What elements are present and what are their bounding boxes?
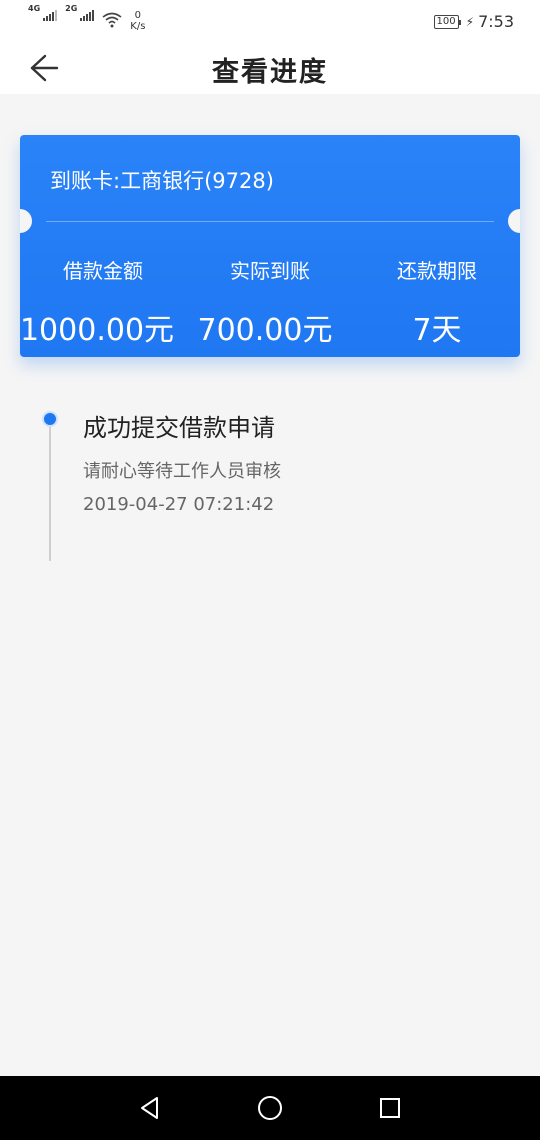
repayment-term-label: 还款期限 (397, 259, 477, 283)
system-home-button[interactable] (254, 1092, 286, 1124)
wifi-icon (102, 12, 122, 28)
timeline-item-description: 请耐心等待工作人员审核 (83, 461, 281, 482)
signal-icon-1: 4G (28, 5, 58, 21)
loan-amount-value: 1000.00元 (20, 313, 175, 348)
network-speed: 0 K/s (130, 10, 145, 32)
status-bar: 4G 2G 0 K/s 100 ⚡ 7:53 (0, 0, 540, 44)
charging-icon: ⚡ (465, 14, 475, 29)
actual-received-label: 实际到账 (230, 259, 310, 283)
system-back-button[interactable] (134, 1092, 166, 1124)
page-title: 查看进度 (212, 57, 328, 88)
system-recent-button[interactable] (374, 1092, 406, 1124)
receiving-card-label: 到账卡:工商银行(9728) (50, 169, 274, 193)
card-divider (46, 221, 494, 222)
card-notch-left (20, 209, 32, 233)
timeline-dot-icon (42, 411, 58, 427)
timeline-item-timestamp: 2019-04-27 07:21:42 (83, 494, 275, 515)
screen: 4G 2G 0 K/s 100 ⚡ 7:53 查看进度 到账卡:工商银行(972… (0, 0, 540, 1140)
status-left: 4G 2G 0 K/s (28, 5, 145, 33)
card-notch-right (508, 209, 520, 233)
actual-received-value: 700.00元 (197, 313, 333, 348)
timeline-item-title: 成功提交借款申请 (83, 414, 275, 442)
square-recent-icon (380, 1098, 400, 1118)
network-type-1: 4G (28, 4, 41, 13)
status-right: 100 ⚡ 7:53 (433, 12, 514, 31)
progress-timeline: 成功提交借款申请 请耐心等待工作人员审核 2019-04-27 07:21:42 (0, 405, 540, 565)
timeline-line (49, 423, 51, 561)
clock: 7:53 (478, 12, 514, 31)
circle-home-icon (258, 1096, 282, 1120)
battery-icon: 100 (433, 14, 461, 29)
battery-level: 100 (436, 15, 456, 27)
nav-bar: 查看进度 (0, 44, 540, 94)
loan-amount-label: 借款金额 (63, 259, 143, 283)
speed-value: 0 (134, 10, 142, 21)
loan-summary-card: 到账卡:工商银行(9728) 借款金额 实际到账 还款期限 1000.00元 7… (20, 135, 520, 357)
triangle-back-icon (141, 1097, 158, 1119)
repayment-term-value: 7天 (412, 313, 462, 348)
network-type-2: 2G (65, 4, 78, 13)
speed-unit: K/s (130, 21, 146, 32)
system-nav-bar (0, 1076, 540, 1140)
signal-icon-2: 2G (65, 5, 95, 21)
